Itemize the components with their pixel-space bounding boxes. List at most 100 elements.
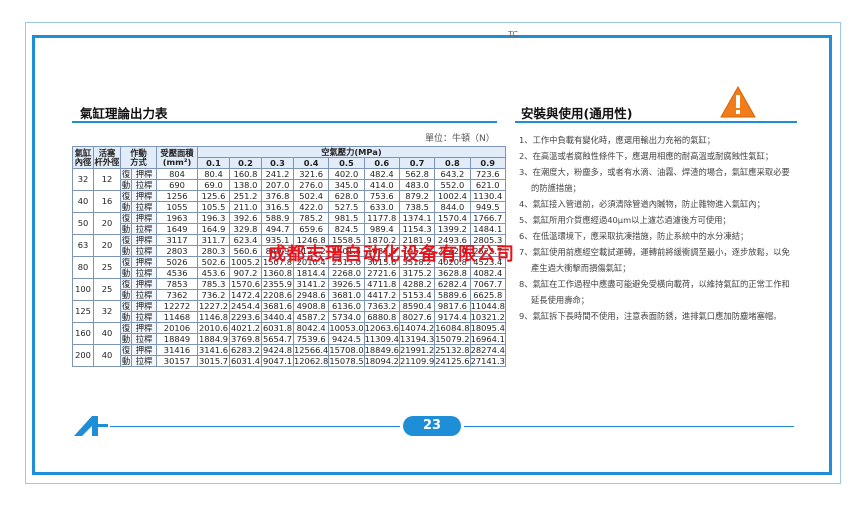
- action-type-cell: 復: [120, 300, 132, 312]
- force-value-cell: 7067.7: [469, 278, 506, 290]
- force-value-cell: 723.6: [469, 168, 506, 180]
- rod-cell: 20: [93, 234, 121, 257]
- force-value-cell: 1154.3: [398, 223, 436, 235]
- area-cell: 4536: [156, 267, 198, 279]
- force-value-cell: 8590.4: [398, 300, 436, 312]
- force-value-cell: 280.3: [197, 245, 230, 257]
- force-value-cell: 643.2: [434, 168, 471, 180]
- area-cell: 7853: [156, 278, 198, 290]
- action-type-cell: 動: [120, 267, 132, 279]
- pressure-header-cell: 0.7: [398, 157, 436, 169]
- force-value-cell: 6625.8: [469, 289, 506, 301]
- table-row: 動拉桿 7362 736.2 1472.4 2208.6 2948.6 3681.0 4417…: [73, 289, 506, 301]
- force-value-cell: 785.3: [197, 278, 230, 290]
- force-value-cell: 376.8: [261, 190, 294, 202]
- force-value-cell: 659.6: [292, 223, 330, 235]
- force-value-cell: 69.0: [197, 179, 230, 191]
- force-value-cell: 502.4: [292, 190, 330, 202]
- force-value-cell: 105.5: [197, 201, 230, 213]
- action-type-cell: 動: [120, 201, 132, 213]
- force-value-cell: 2721.6: [363, 267, 400, 279]
- action-direction-cell: 押桿: [131, 168, 157, 180]
- action-type-cell: 復: [120, 344, 132, 356]
- action-direction-cell: 拉桿: [131, 333, 157, 345]
- action-direction-cell: 拉桿: [131, 289, 157, 301]
- rod-cell: 40: [93, 322, 121, 345]
- force-value-cell: 6031.4: [229, 355, 262, 367]
- force-value-cell: 1766.7: [469, 212, 506, 224]
- left-section-title: 氣缸理論出力表: [80, 106, 168, 121]
- pressure-header-cell: 0.5: [328, 157, 365, 169]
- note-item: 7、氣缸使用前應經空載試運轉，運轉前將緩衝調至最小，逐步放鬆，以免產生過大衝擊而…: [519, 247, 790, 273]
- force-value-cell: 402.0: [328, 168, 365, 180]
- header-area: 受壓面積 (mm²): [156, 146, 198, 169]
- force-value-cell: 251.2: [229, 190, 262, 202]
- table-row: 動拉桿 1649 164.9 329.8 494.7 659.6 824.5 989.4 115…: [73, 223, 506, 235]
- force-value-cell: 164.9: [197, 223, 230, 235]
- force-value-cell: 3141.6: [197, 344, 230, 356]
- note-item: 6、在低溫環境下，應采取抗凍措施，防止系統中的水分凍結；: [519, 231, 749, 241]
- installation-notes: 1、工作中負載有變化時，應選用輸出力充裕的氣缸； 2、在高溫或者腐蝕性條件下，應選…: [519, 132, 795, 324]
- force-value-cell: 1570.6: [229, 278, 262, 290]
- left-title-rule: [72, 121, 497, 123]
- action-direction-cell: 押桿: [131, 344, 157, 356]
- force-value-cell: 8027.6: [398, 311, 436, 323]
- table-row: 32 12 復押桿 804 80.4 160.8 241.2 321.6 402.0 482.4 5…: [72, 168, 506, 191]
- action-type-cell: 復: [120, 322, 132, 334]
- force-value-cell: 949.5: [469, 201, 506, 213]
- area-cell: 7362: [156, 289, 198, 301]
- force-value-cell: 18095.4: [469, 322, 506, 334]
- force-value-cell: 483.0: [398, 179, 436, 191]
- force-value-cell: 989.4: [363, 223, 400, 235]
- force-value-cell: 4711.8: [363, 278, 400, 290]
- bore-cell: 200: [72, 344, 94, 367]
- force-value-cell: 5153.4: [398, 289, 436, 301]
- force-value-cell: 4908.8: [292, 300, 330, 312]
- right-title-rule: [515, 121, 797, 123]
- force-value-cell: 3681.0: [328, 289, 365, 301]
- force-value-cell: 2293.6: [229, 311, 262, 323]
- force-value-cell: 2268.0: [328, 267, 365, 279]
- force-value-cell: 15078.5: [328, 355, 365, 367]
- force-value-cell: 3926.5: [328, 278, 365, 290]
- area-cell: 2803: [156, 245, 198, 257]
- force-value-cell: 9424.5: [328, 333, 365, 345]
- force-value-cell: 552.0: [434, 179, 471, 191]
- rod-cell: 32: [93, 300, 121, 323]
- force-value-cell: 311.7: [197, 234, 230, 246]
- force-value-cell: 12062.8: [292, 355, 330, 367]
- action-direction-cell: 押桿: [131, 300, 157, 312]
- force-value-cell: 2948.6: [292, 289, 330, 301]
- force-value-cell: 1399.2: [434, 223, 471, 235]
- force-value-cell: 7539.6: [292, 333, 330, 345]
- area-cell: 1963: [156, 212, 198, 224]
- action-direction-cell: 拉桿: [131, 311, 157, 323]
- header-rod: 活塞 杆外徑: [93, 146, 121, 169]
- force-value-cell: 207.0: [261, 179, 294, 191]
- force-value-cell: 80.4: [197, 168, 230, 180]
- force-value-cell: 12566.4: [292, 344, 330, 356]
- area-cell: 12272: [156, 300, 198, 312]
- force-value-cell: 1374.1: [398, 212, 436, 224]
- force-value-cell: 482.4: [363, 168, 400, 180]
- force-value-cell: 13194.3: [398, 333, 436, 345]
- force-value-cell: 2355.9: [261, 278, 294, 290]
- table-row: 40 16 復押桿 1256 125.6 251.2 376.8 502.4 628.0 753.…: [72, 190, 506, 213]
- force-value-cell: 9424.8: [261, 344, 294, 356]
- header-pressure: 空氣壓力(MPa): [197, 146, 506, 158]
- force-table-body: 32 12 復押桿 804 80.4 160.8 241.2 321.6 402.0 482.4 5…: [72, 168, 506, 367]
- footer-line-right: [464, 426, 794, 427]
- bore-cell: 32: [72, 168, 94, 191]
- note-item: 1、工作中負載有變化時，應選用輸出力充裕的氣缸；: [519, 135, 716, 145]
- table-row: 125 32 復押桿 12272 1227.2 2454.4 3681.6 4908.8 613…: [72, 300, 506, 323]
- rod-cell: 12: [93, 168, 121, 191]
- force-value-cell: 276.0: [292, 179, 330, 191]
- force-value-cell: 11044.8: [469, 300, 506, 312]
- bore-cell: 100: [72, 278, 94, 301]
- bore-cell: 160: [72, 322, 94, 345]
- force-value-cell: 24125.6: [434, 355, 471, 367]
- action-type-cell: 復: [120, 168, 132, 180]
- page-number: 23: [403, 416, 461, 436]
- force-value-cell: 3141.2: [292, 278, 330, 290]
- table-row: 100 25 復押桿 7853 785.3 1570.6 2355.9 3141.2 3926.…: [72, 278, 506, 301]
